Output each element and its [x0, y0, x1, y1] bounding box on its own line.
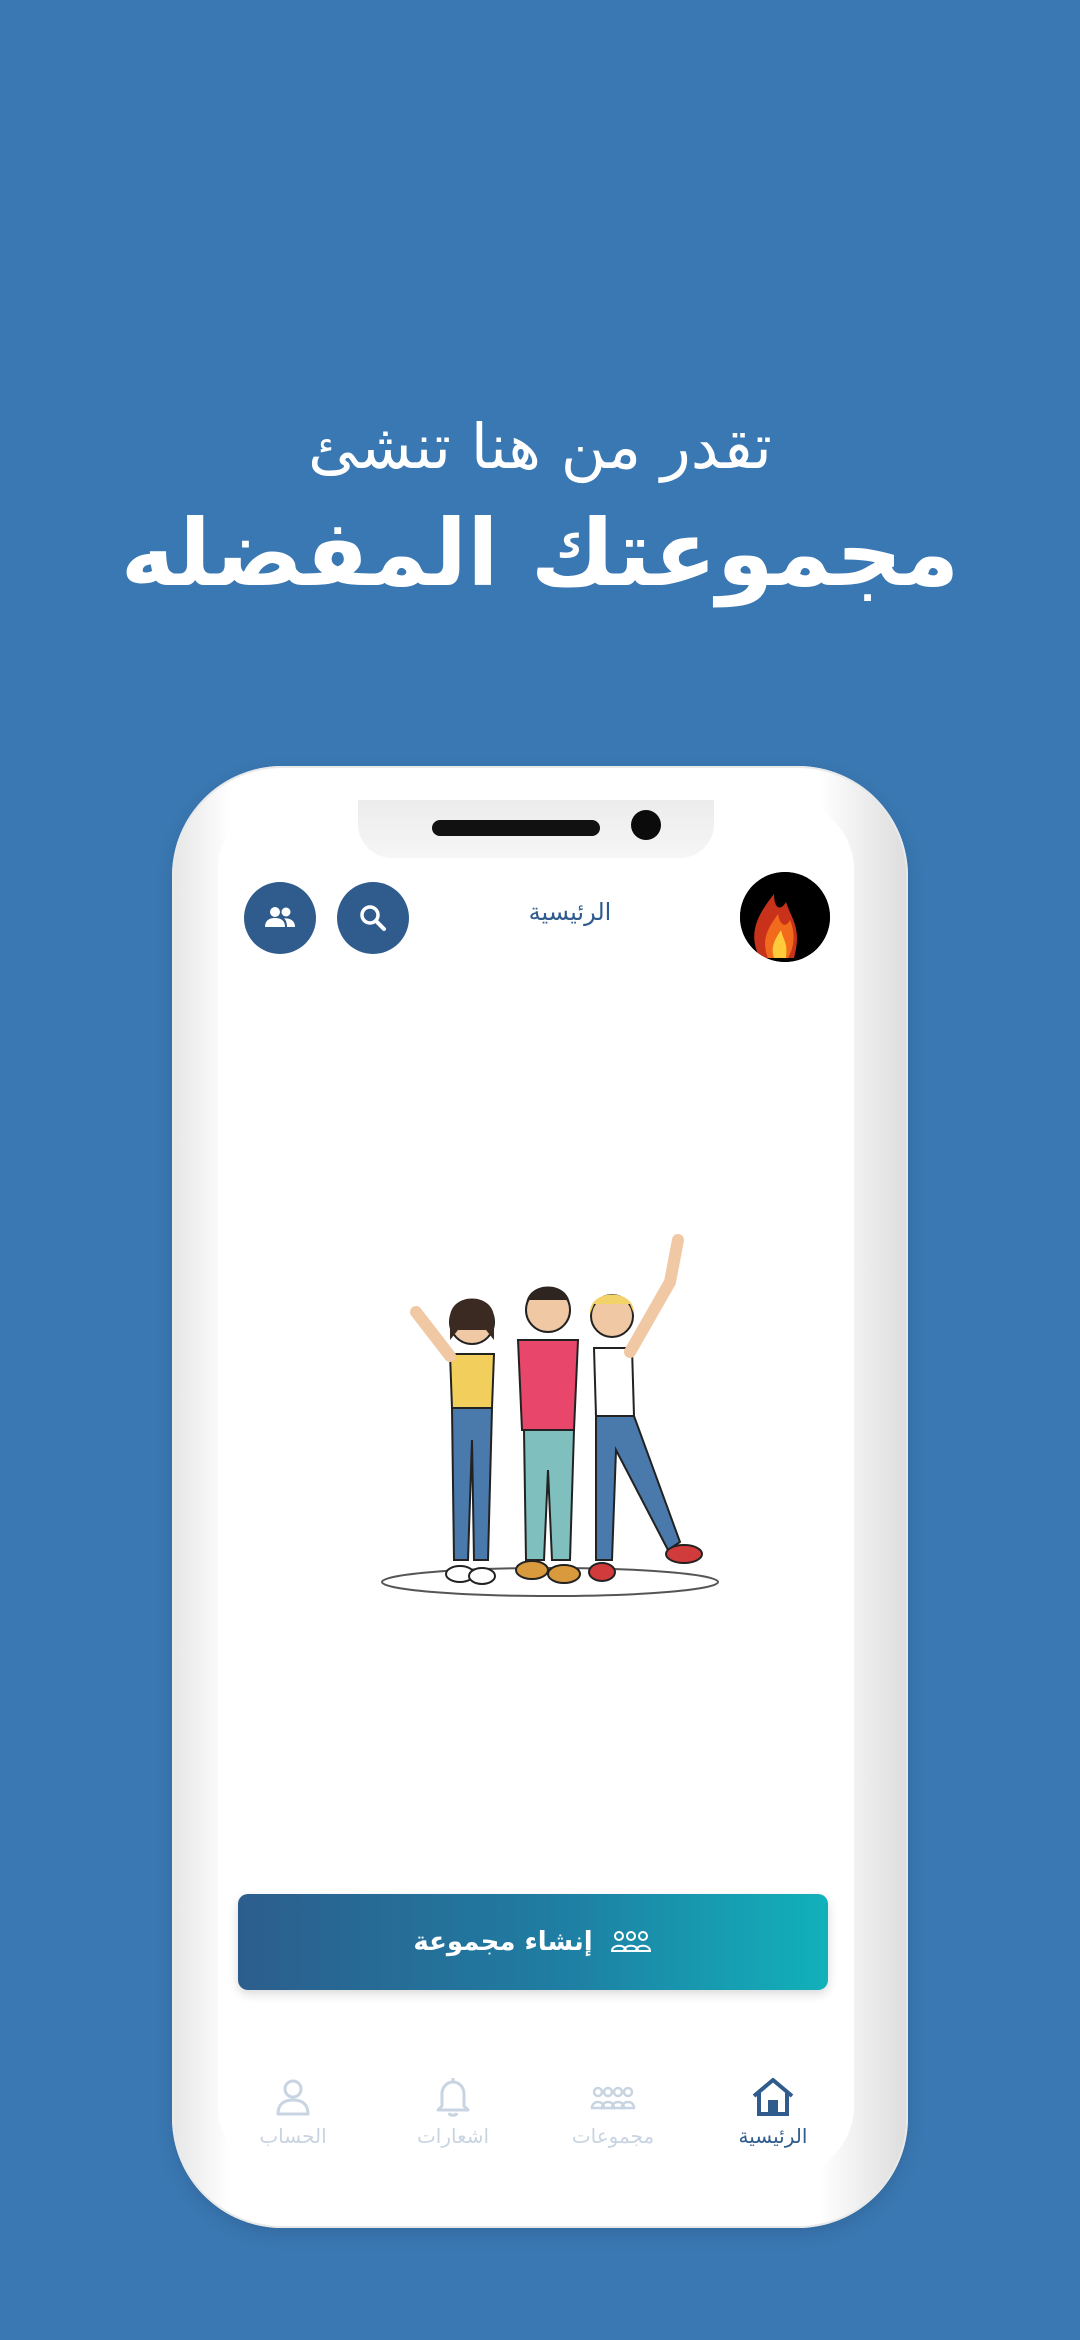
- user-icon: [276, 2079, 310, 2116]
- search-icon: [360, 905, 386, 931]
- bell-icon: [436, 2078, 470, 2117]
- page-title: الرئيسية: [528, 898, 612, 926]
- home-icon: [752, 2078, 794, 2116]
- nav-item-groups[interactable]: مجموعات: [553, 2076, 673, 2148]
- nav-item-home[interactable]: الرئيسية: [713, 2076, 833, 2148]
- nav-label-home: الرئيسية: [738, 2124, 808, 2148]
- people-icon: [265, 907, 295, 927]
- nav-item-notifications[interactable]: اشعارات: [393, 2076, 513, 2148]
- promo-heading-line-1: تقدر من هنا تنشئ: [308, 410, 772, 483]
- create-group-label: إنشاء مجموعة: [413, 1927, 593, 1957]
- groups-icon: [590, 2086, 636, 2110]
- avatar[interactable]: [740, 872, 830, 962]
- fire-avatar-image: [740, 872, 830, 962]
- friends-illustration: [380, 1230, 720, 1610]
- promo-heading-line-2: مجموعتك المفضله: [120, 500, 960, 607]
- create-group-button[interactable]: إنشاء مجموعة: [238, 1894, 828, 1990]
- nav-label-notifications: اشعارات: [416, 2124, 490, 2148]
- nav-item-account[interactable]: الحساب: [233, 2076, 353, 2148]
- group-icon: [610, 1931, 651, 1952]
- groups-button[interactable]: [244, 882, 316, 954]
- phone-camera: [631, 810, 661, 840]
- phone-speaker: [432, 820, 600, 836]
- nav-label-groups: مجموعات: [571, 2124, 655, 2148]
- search-button[interactable]: [337, 882, 409, 954]
- nav-label-account: الحساب: [259, 2124, 327, 2148]
